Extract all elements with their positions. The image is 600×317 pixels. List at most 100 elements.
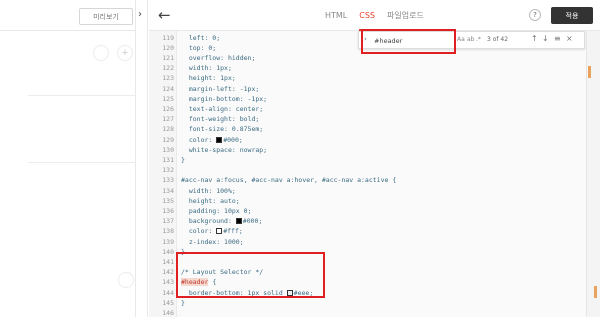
preview-panel: 미리보기 + xyxy=(0,0,136,317)
code-text: color: #fff; xyxy=(181,226,243,236)
code-text: white-space: nowrap; xyxy=(181,145,267,155)
code-text: margin-bottom: -1px; xyxy=(181,94,267,104)
code-line: 145} xyxy=(149,298,586,308)
match-case-option[interactable]: Aa xyxy=(457,36,465,43)
code-text: left: 0; xyxy=(181,33,220,43)
code-line: 133 #acc-nav a:focus, #acc-nav a:hover, #… xyxy=(149,175,586,185)
line-number: 127 xyxy=(162,115,174,124)
whole-word-option[interactable]: ab xyxy=(467,36,475,43)
panel-divider[interactable] xyxy=(136,0,148,317)
search-match-marker xyxy=(588,66,591,78)
search-highlight-box xyxy=(361,29,456,54)
code-text: height: 1px; xyxy=(181,73,236,83)
line-number: 143 xyxy=(162,278,174,287)
line-number: 119 xyxy=(162,33,174,42)
line-number: 139 xyxy=(162,237,174,246)
line-number: 140 xyxy=(162,247,174,256)
code-segment: margin-left: -1px; xyxy=(181,84,260,93)
code-line: 128 font-size: 0.875em; xyxy=(149,124,586,134)
close-icon[interactable]: × xyxy=(566,34,573,43)
code-segment: white-space: nowrap; xyxy=(181,145,268,154)
code-segment: left: 0; xyxy=(181,33,221,42)
code-text: overflow: hidden; xyxy=(181,53,256,63)
code-segment: z-index: 1000; xyxy=(181,237,244,246)
match-count: 3 of 42 xyxy=(487,36,509,43)
preview-button[interactable]: 미리보기 xyxy=(79,8,133,25)
line-number: 135 xyxy=(162,196,174,205)
code-line: 136 padding: 10px 0; xyxy=(149,206,586,216)
code-segment: } xyxy=(181,298,185,307)
code-text: background: #000; xyxy=(181,216,263,226)
divider-line xyxy=(28,162,136,163)
code-segment: #fff; xyxy=(223,227,243,236)
code-line: 132 xyxy=(149,165,586,175)
code-line: 139 z-index: 1000; xyxy=(149,237,586,247)
code-line: 126 text-align: center; xyxy=(149,104,586,114)
circle-placeholder xyxy=(118,272,134,288)
line-number: 130 xyxy=(162,145,174,154)
code-segment: top: 0; xyxy=(181,43,217,52)
code-line: 146 xyxy=(149,308,586,317)
code-line: 125 margin-bottom: -1px; xyxy=(149,94,586,104)
line-number: 122 xyxy=(162,64,174,73)
tab-file-upload[interactable]: 파일업로드 xyxy=(387,0,424,31)
code-line: 130 white-space: nowrap; xyxy=(149,145,586,155)
back-arrow-icon[interactable]: ← xyxy=(158,6,171,24)
code-segment: padding: 10px 0; xyxy=(181,206,252,215)
language-tabs: HTML CSS 파일업로드 xyxy=(325,0,424,31)
code-line: 123 height: 1px; xyxy=(149,73,586,83)
line-number: 138 xyxy=(162,227,174,236)
code-line: 131} xyxy=(149,155,586,165)
code-segment: color: xyxy=(181,135,217,144)
code-segment: #000; xyxy=(242,217,263,226)
line-number: 129 xyxy=(162,135,174,144)
line-number: 144 xyxy=(162,288,174,297)
code-line: 137 background: #000; xyxy=(149,216,586,226)
vertical-scrollbar[interactable] xyxy=(586,31,600,317)
arrow-up-icon[interactable]: ↑ xyxy=(531,34,538,43)
divider-line xyxy=(28,95,136,96)
code-line: 129 color: #000; xyxy=(149,135,586,145)
code-line: 122 width: 1px; xyxy=(149,63,586,73)
help-icon[interactable]: ? xyxy=(529,9,541,21)
code-segment: height: 1px; xyxy=(181,74,236,83)
preview-toolbar: 미리보기 xyxy=(0,0,135,31)
color-swatch[interactable] xyxy=(235,218,242,225)
select-all-icon[interactable]: ≡ xyxy=(554,34,561,43)
code-segment: font-size: 0.875em; xyxy=(181,125,264,134)
code-line: 127 font-weight: bold; xyxy=(149,114,586,124)
code-text: margin-left: -1px; xyxy=(181,84,259,94)
code-text: } xyxy=(181,155,185,165)
line-number: 126 xyxy=(162,104,174,113)
tab-html[interactable]: HTML xyxy=(325,0,347,31)
code-segment: background: xyxy=(181,217,236,226)
line-number: 134 xyxy=(162,186,174,195)
add-icon[interactable]: + xyxy=(117,45,133,61)
line-number: 136 xyxy=(162,206,174,215)
line-number: 123 xyxy=(162,74,174,83)
regex-option[interactable]: .* xyxy=(476,36,481,43)
tab-css[interactable]: CSS xyxy=(359,0,375,31)
code-text: #acc-nav a:focus, #acc-nav a:hover, #acc… xyxy=(181,175,396,185)
line-number: 142 xyxy=(162,268,174,277)
code-segment: font-weight: bold; xyxy=(181,115,260,124)
code-text: } xyxy=(181,298,185,308)
line-number: 121 xyxy=(162,53,174,62)
code-segment: height: auto; xyxy=(181,196,240,205)
circle-placeholder xyxy=(93,45,109,61)
line-number: 132 xyxy=(162,166,174,175)
line-number: 141 xyxy=(162,257,174,266)
code-segment: text-align: center; xyxy=(181,104,264,113)
code-line: 134 width: 100%; xyxy=(149,186,586,196)
color-swatch[interactable] xyxy=(216,136,223,143)
arrow-down-icon[interactable]: ↓ xyxy=(542,34,549,43)
color-swatch[interactable] xyxy=(216,228,223,235)
line-number: 125 xyxy=(162,94,174,103)
code-line: 135 height: auto; xyxy=(149,196,586,206)
code-text: width: 100%; xyxy=(181,186,236,196)
line-number: 145 xyxy=(162,298,174,307)
code-segment: margin-bottom: -1px; xyxy=(181,94,268,103)
chevron-right-icon[interactable]: › xyxy=(138,9,142,20)
code-text: text-align: center; xyxy=(181,104,263,114)
apply-button[interactable]: 적용 xyxy=(551,7,593,24)
